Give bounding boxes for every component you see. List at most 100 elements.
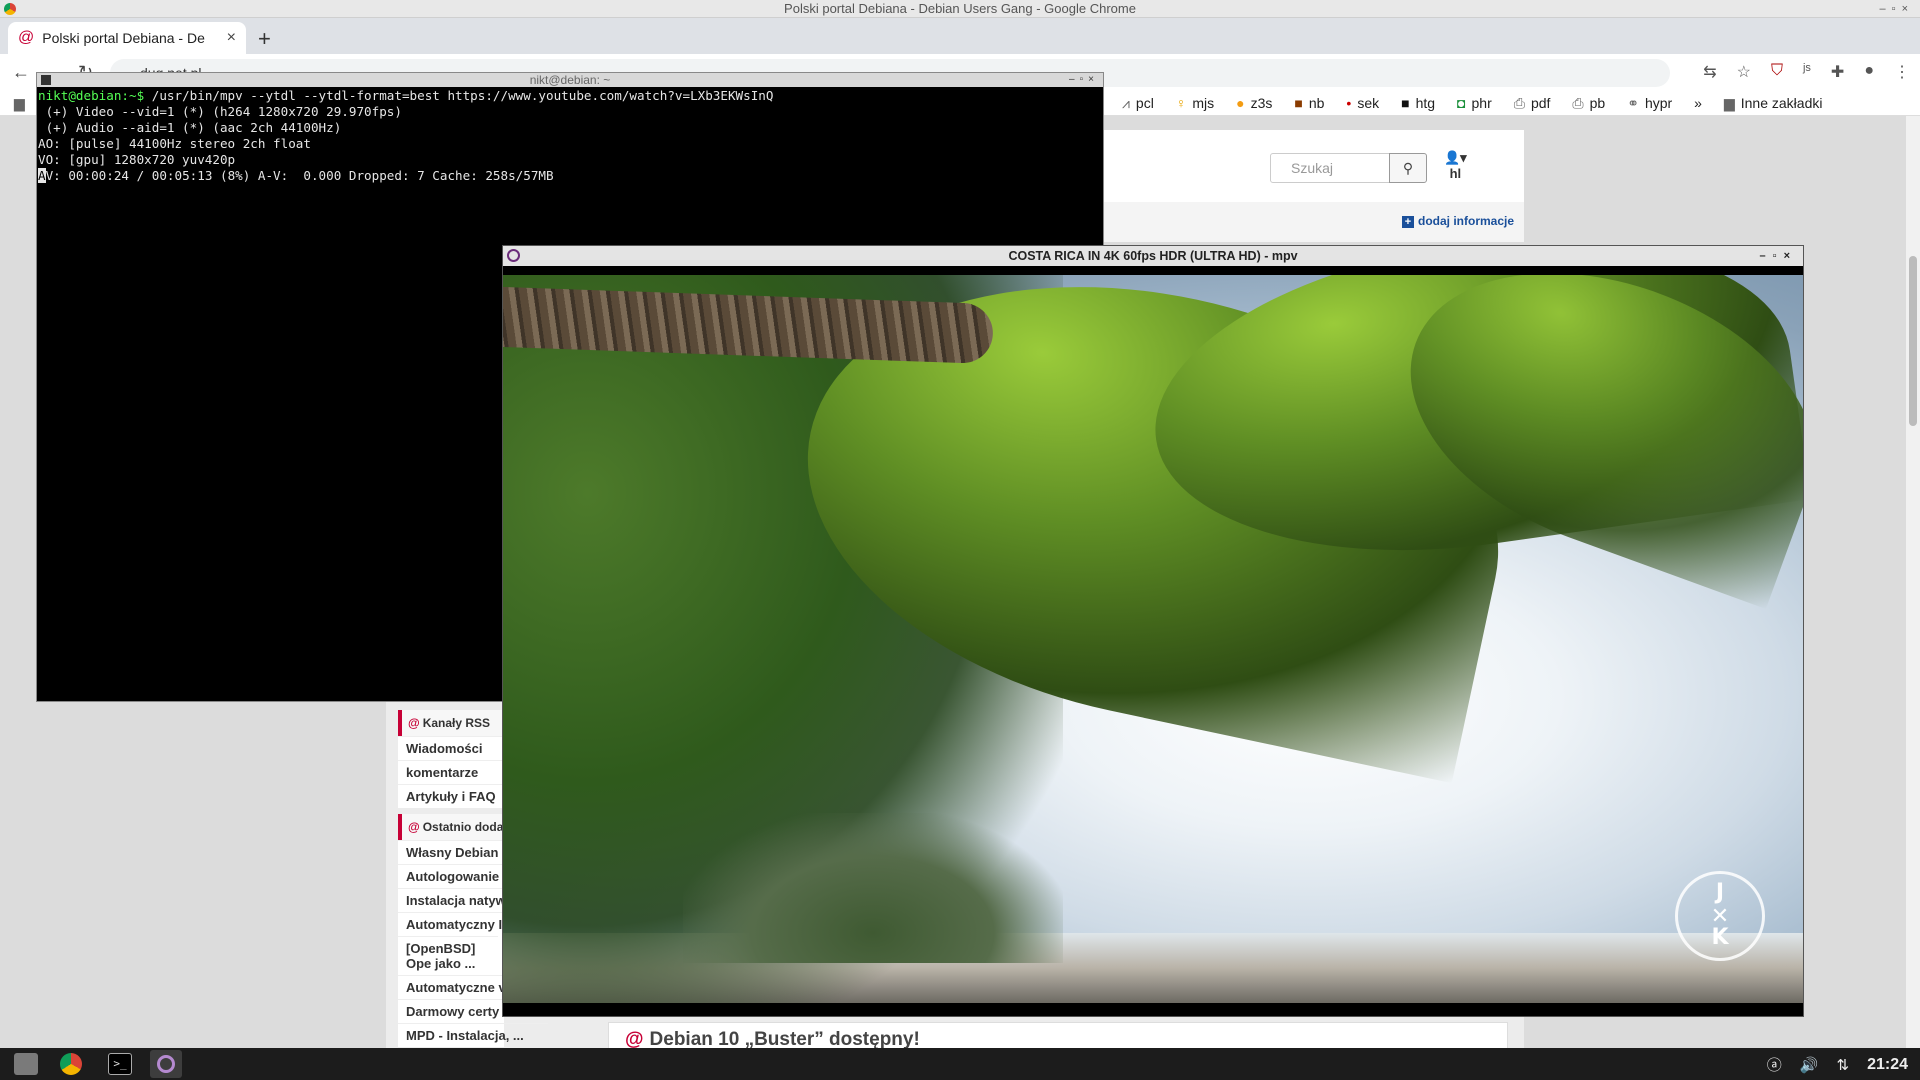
rss-item[interactable]: komentarze: [398, 760, 504, 784]
rss-item[interactable]: Wiadomości: [398, 736, 504, 760]
network-icon[interactable]: ⇅: [1837, 1056, 1850, 1074]
terminal-icon: [41, 75, 51, 85]
window-titlebar: Polski portal Debiana - Debian Users Gan…: [0, 0, 1920, 18]
bookmark-label: hypr: [1644, 95, 1673, 111]
terminal-icon[interactable]: >_: [108, 1053, 132, 1075]
search-button[interactable]: ⚲: [1389, 153, 1427, 183]
mpv-window-controls[interactable]: –▫×: [1760, 246, 1797, 266]
terminal-status-line: V: 00:00:24 / 00:05:13 (8%) A-V: 0.000 D…: [45, 168, 554, 183]
back-icon[interactable]: ←: [12, 62, 30, 83]
mpv-titlebar: COSTA RICA IN 4K 60fps HDR (ULTRA HD) - …: [503, 246, 1803, 266]
bookmark-htg[interactable]: ■ htg: [1401, 95, 1435, 112]
search-input[interactable]: Szukaj: [1270, 153, 1390, 183]
link-icon: ⚭: [1627, 95, 1639, 111]
ublock-icon[interactable]: ⛉: [1771, 62, 1783, 82]
mpv-title: COSTA RICA IN 4K 60fps HDR (ULTRA HD) - …: [1008, 249, 1298, 263]
mpv-icon[interactable]: [150, 1050, 182, 1078]
file-manager-icon[interactable]: [14, 1053, 38, 1075]
volume-icon[interactable]: 🔊: [1800, 1056, 1819, 1074]
keyboard-icon[interactable]: ⓐ: [1767, 1054, 1782, 1075]
recent-item[interactable]: Autologowanie: [398, 864, 504, 888]
window-title: Polski portal Debiana - Debian Users Gan…: [784, 1, 1136, 16]
terminal-line: AO: [pulse] 44100Hz stereo 2ch float: [38, 136, 311, 151]
js-icon[interactable]: js: [1803, 62, 1811, 82]
terminal-title: nikt@debian: ~: [529, 73, 611, 87]
printer-icon: ⎙: [1513, 95, 1525, 111]
rss-heading-text: Kanały RSS: [422, 716, 491, 730]
bookmark-label: pb: [1589, 95, 1606, 111]
recent-item[interactable]: Własny Debian: [398, 840, 504, 864]
tab-close-icon[interactable]: ×: [227, 29, 236, 47]
terminal-line: VO: [gpu] 1280x720 yuv420p: [38, 152, 236, 167]
new-tab-button[interactable]: +: [258, 26, 271, 52]
bookmarks-more[interactable]: »: [1694, 95, 1702, 112]
recent-item[interactable]: Instalacja natyw: [398, 888, 504, 912]
article-title: Debian 10 „Buster” dostępny!: [649, 1029, 920, 1050]
page-scrollbar[interactable]: [1906, 116, 1920, 1048]
tab-active[interactable]: @ Polski portal Debiana - De ×: [8, 22, 246, 54]
user-menu[interactable]: 👤▾ hl: [1444, 150, 1467, 181]
bookmark-pcl[interactable]: ⩘ pcl: [1122, 95, 1154, 112]
debian-swirl-icon: @: [408, 716, 420, 730]
clock[interactable]: 21:24: [1867, 1056, 1908, 1074]
bookmark-label: sek: [1357, 95, 1380, 111]
recent-item[interactable]: [OpenBSD] Ope jako ...: [398, 936, 498, 975]
debian-swirl-icon: @: [625, 1029, 644, 1050]
terminal-prompt: nikt@debian:~$: [38, 88, 145, 103]
terminal-output[interactable]: nikt@debian:~$ /usr/bin/mpv --ytdl --ytd…: [37, 87, 1103, 184]
search-icon: ⚲: [1402, 160, 1414, 176]
mpv-icon: [507, 249, 520, 262]
menu-icon[interactable]: ⋮: [1894, 62, 1910, 82]
window-controls[interactable]: –▫×: [1880, 0, 1914, 18]
rss-heading: @ Kanały RSS: [398, 710, 504, 736]
htg-icon: ■: [1401, 95, 1410, 111]
bookmark-z3s[interactable]: ● z3s: [1236, 95, 1272, 112]
debian-swirl-icon: @: [18, 29, 35, 46]
recent-item[interactable]: MPD - Instalacja, ...: [398, 1023, 548, 1047]
user-icon: 👤▾: [1444, 150, 1467, 165]
bookmark-sek[interactable]: • sek: [1346, 95, 1379, 112]
bookmark-mjs[interactable]: ♀ mjs: [1176, 95, 1214, 112]
terminal-window-controls[interactable]: –▫×: [1069, 73, 1099, 87]
tab-title: Polski portal Debiana - De: [42, 30, 205, 46]
bookmark-label: nb: [1308, 95, 1325, 111]
bookmark-hypr[interactable]: ⚭ hypr: [1627, 95, 1672, 112]
bulb-icon: ♀: [1175, 95, 1187, 111]
debian-swirl-icon: @: [408, 820, 420, 834]
bookmark-pb[interactable]: ⎙ pb: [1572, 95, 1605, 112]
scrollbar-thumb[interactable]: [1909, 256, 1917, 426]
translate-icon[interactable]: ⇆: [1703, 62, 1716, 82]
recent-heading-text: Ostatnio dodan: [422, 820, 504, 834]
add-info-label: dodaj informacje: [1418, 214, 1515, 228]
video-frame[interactable]: J ✕ K: [503, 275, 1803, 1003]
star-icon[interactable]: ☆: [1737, 62, 1751, 82]
profile-icon[interactable]: ●: [1864, 62, 1874, 82]
recent-item[interactable]: Automatyczny I: [398, 912, 504, 936]
folder-icon[interactable]: ▆: [14, 95, 25, 112]
bookmark-pdf[interactable]: ⎙ pdf: [1514, 95, 1551, 112]
system-tray: ⓐ 🔊 ⇅ 21:24: [1767, 1054, 1908, 1075]
rss-item[interactable]: Artykuły i FAQ: [398, 784, 504, 808]
dot-icon: •: [1346, 95, 1352, 111]
bookmark-label: htg: [1415, 95, 1436, 111]
bookmark-label: phr: [1471, 95, 1492, 111]
article-heading[interactable]: @ Debian 10 „Buster” dostępny!: [608, 1022, 1508, 1050]
bookmark-list: ⩘ pcl ♀ mjs ● z3s ■ nb • sek ■ htg ◘ phr ⎙ pdf ⎙…: [1122, 95, 1822, 112]
bookmark-phr[interactable]: ◘ phr: [1457, 95, 1492, 112]
recent-item[interactable]: Automatyczne v: [398, 975, 504, 999]
recent-item[interactable]: Darmowy certy: [398, 999, 504, 1023]
mpv-window[interactable]: COSTA RICA IN 4K 60fps HDR (ULTRA HD) - …: [502, 245, 1804, 1017]
chrome-icon[interactable]: [60, 1053, 82, 1075]
plus-icon: +: [1402, 216, 1414, 228]
shield-icon: ●: [1236, 95, 1245, 111]
terminal-line: (+) Video --vid=1 (*) (h264 1280x720 29.…: [38, 104, 402, 119]
recent-heading: @ Ostatnio dodan: [398, 814, 504, 840]
extensions-icon[interactable]: ✚: [1831, 62, 1844, 82]
bookmark-label: pcl: [1135, 95, 1154, 111]
bookmark-label: pdf: [1530, 95, 1551, 111]
other-bookmarks[interactable]: ▆ Inne zakładki: [1724, 95, 1823, 112]
bookmark-label: z3s: [1250, 95, 1273, 111]
bookmark-label: mjs: [1192, 95, 1215, 111]
bookmark-nb[interactable]: ■ nb: [1294, 95, 1324, 112]
add-info-link[interactable]: + dodaj informacje: [1402, 214, 1514, 228]
